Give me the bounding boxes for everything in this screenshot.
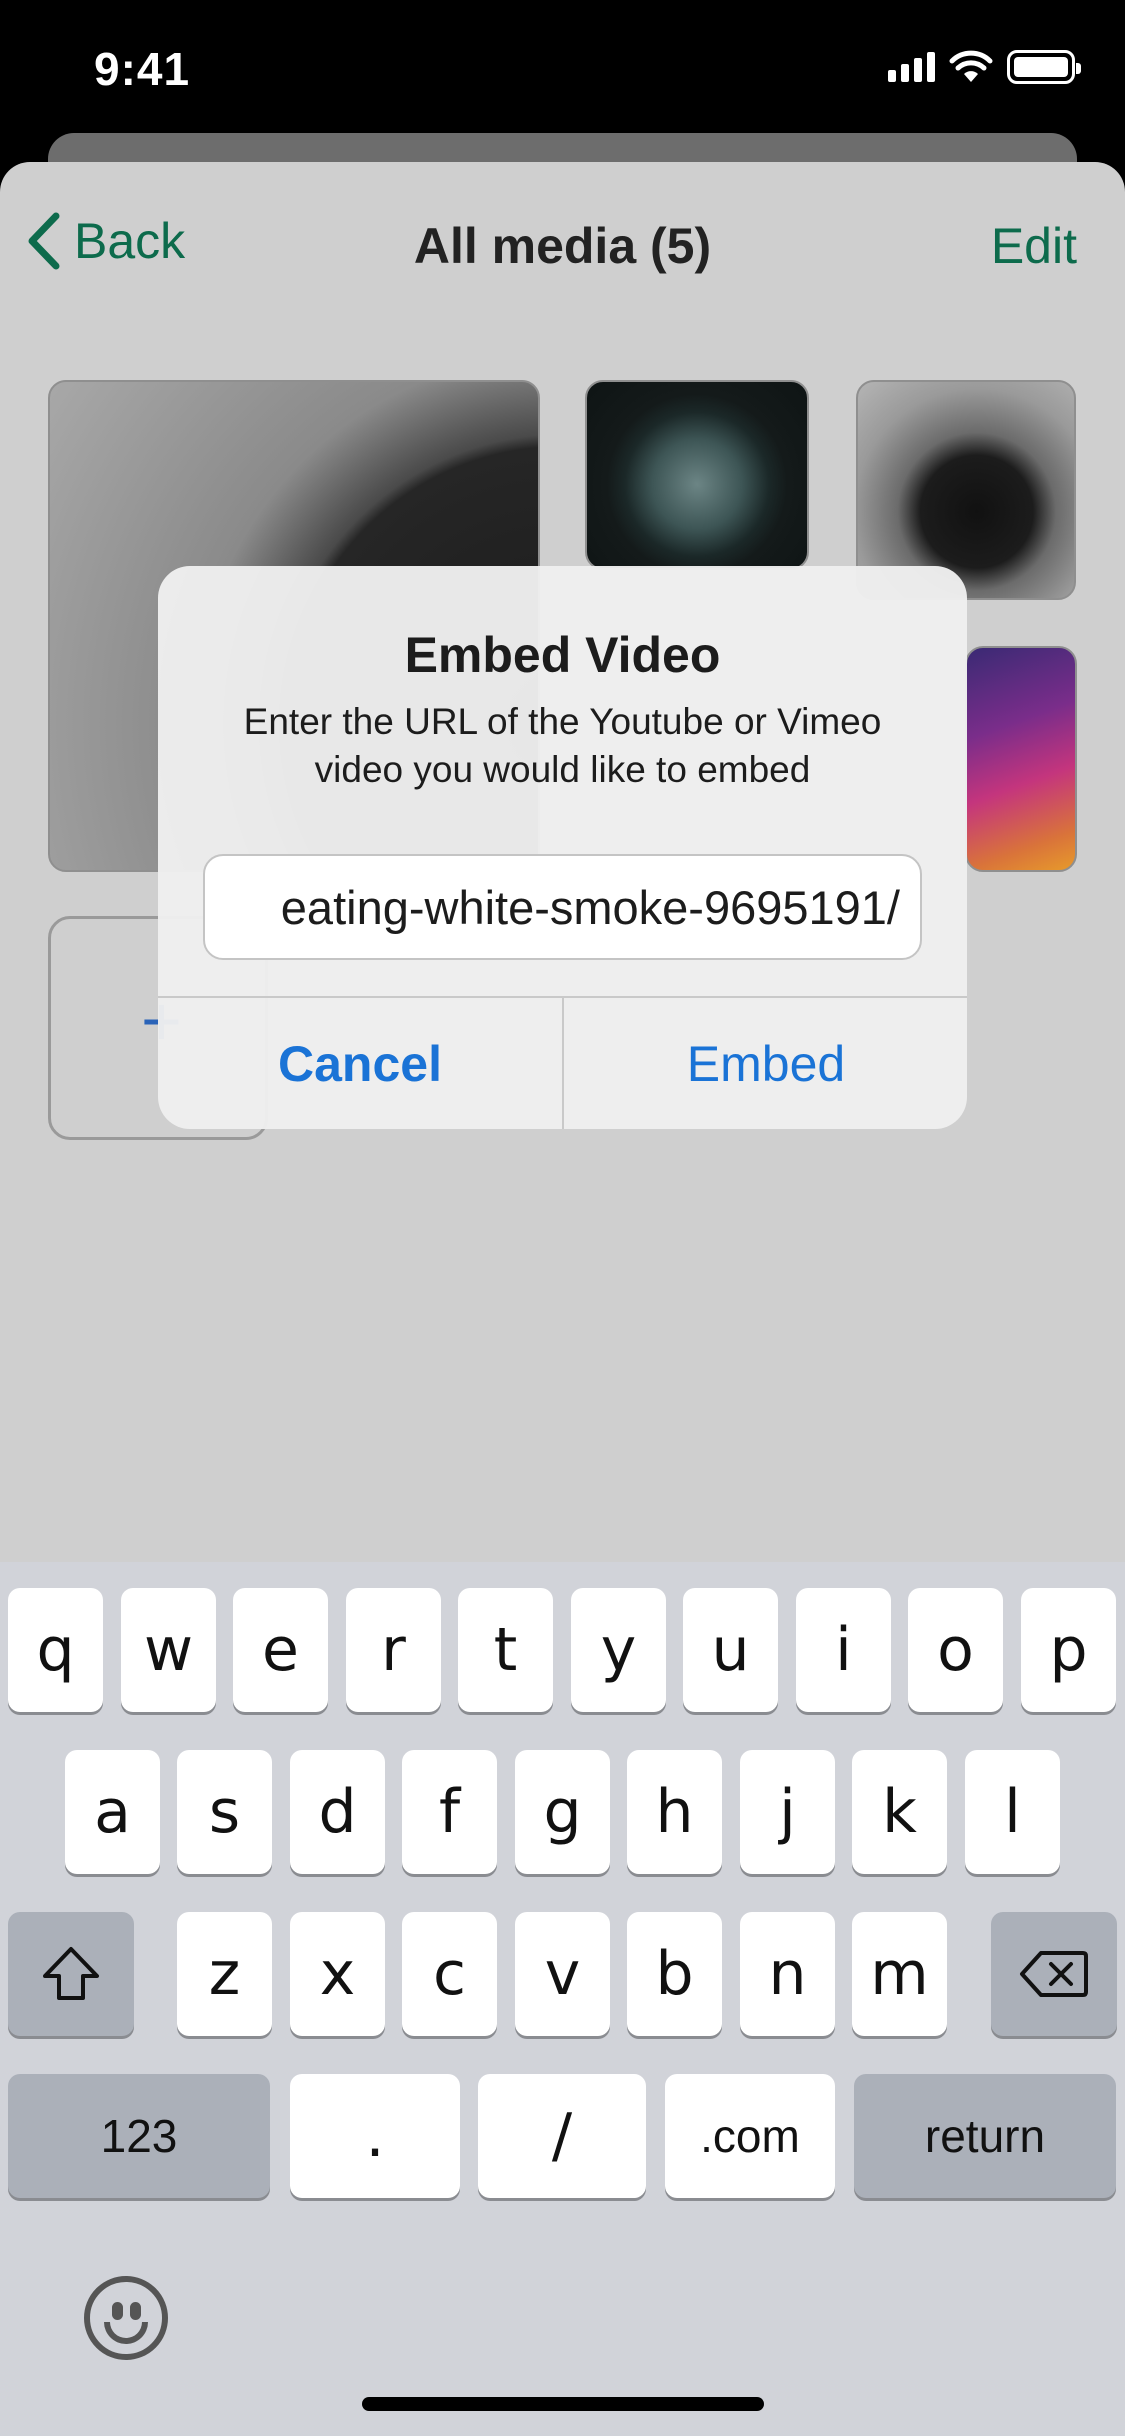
key-c[interactable]: c (402, 1912, 497, 2036)
alert-title: Embed Video (404, 627, 721, 683)
key-z[interactable]: z (177, 1912, 272, 2036)
wifi-icon (949, 50, 993, 82)
dot-key[interactable]: . (290, 2074, 460, 2198)
dotcom-key[interactable]: .com (665, 2074, 835, 2198)
media-thumbnail[interactable] (965, 646, 1077, 872)
signal-icon (888, 52, 935, 82)
home-indicator[interactable] (362, 2397, 764, 2411)
page-title: All media (5) (413, 218, 712, 274)
key-e[interactable]: e (233, 1588, 328, 1712)
key-x[interactable]: x (290, 1912, 385, 2036)
numbers-key[interactable]: 123 (8, 2074, 270, 2198)
key-h[interactable]: h (627, 1750, 722, 1874)
key-j[interactable]: j (740, 1750, 835, 1874)
shift-key[interactable] (8, 1912, 134, 2036)
delete-key[interactable] (991, 1912, 1117, 2036)
key-v[interactable]: v (515, 1912, 610, 2036)
status-time: 9:41 (94, 43, 191, 95)
backspace-icon (1020, 1951, 1088, 1997)
cancel-button[interactable]: Cancel (158, 998, 562, 1129)
alert-message: Enter the URL of the Youtube or Vimeo vi… (243, 701, 882, 790)
key-i[interactable]: i (796, 1588, 891, 1712)
key-n[interactable]: n (740, 1912, 835, 2036)
key-q[interactable]: q (8, 1588, 103, 1712)
return-key[interactable]: return (854, 2074, 1116, 2198)
key-s[interactable]: s (177, 1750, 272, 1874)
key-g[interactable]: g (515, 1750, 610, 1874)
battery-icon (1007, 50, 1081, 84)
key-k[interactable]: k (852, 1750, 947, 1874)
key-a[interactable]: a (65, 1750, 160, 1874)
key-o[interactable]: o (908, 1588, 1003, 1712)
key-t[interactable]: t (458, 1588, 553, 1712)
embed-video-alert: Embed Video Enter the URL of the Youtube… (158, 566, 967, 1129)
key-m[interactable]: m (852, 1912, 947, 2036)
key-d[interactable]: d (290, 1750, 385, 1874)
keyboard: q w e r t y u i o p a s d f g h j k l z … (0, 1562, 1125, 2436)
key-y[interactable]: y (571, 1588, 666, 1712)
navigation-bar: Back All media (5) Edit (0, 162, 1125, 332)
url-input[interactable]: eating-white-smoke-9695191/ (203, 854, 922, 960)
key-f[interactable]: f (402, 1750, 497, 1874)
media-thumbnail[interactable] (585, 380, 809, 570)
key-b[interactable]: b (627, 1912, 722, 2036)
key-l[interactable]: l (965, 1750, 1060, 1874)
status-bar: 9:41 (0, 0, 1125, 140)
emoji-icon[interactable] (84, 2276, 168, 2360)
key-w[interactable]: w (121, 1588, 216, 1712)
url-input-value: eating-white-smoke-9695191/ (280, 880, 900, 934)
status-icons (888, 50, 1081, 84)
key-r[interactable]: r (346, 1588, 441, 1712)
key-u[interactable]: u (683, 1588, 778, 1712)
embed-button[interactable]: Embed (564, 998, 967, 1129)
shift-arrow-icon (43, 1947, 99, 2000)
slash-key[interactable]: / (478, 2074, 646, 2198)
key-p[interactable]: p (1021, 1588, 1116, 1712)
edit-button[interactable]: Edit (991, 217, 1077, 275)
